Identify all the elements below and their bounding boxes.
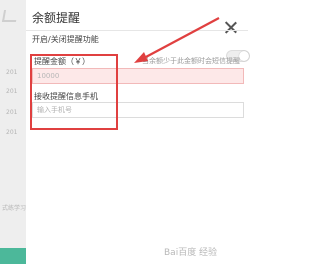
watermark: Bai百度 经验 (164, 248, 218, 258)
balance-reminder-dialog: 余额提醒 开启/关闭提醒功能 提醒金额（￥） 当余额少于此金额时会短信提醒 10… (26, 0, 250, 264)
background-year-label: 201 (6, 88, 18, 95)
background-year-label: 201 (6, 109, 18, 116)
background-page: 201 201 201 201 式练学习 (0, 0, 26, 264)
annotation-arrow-icon (134, 17, 220, 63)
background-year-label: 201 (6, 69, 18, 76)
background-year-label: 201 (6, 129, 18, 136)
back-arrow-icon (1, 10, 19, 22)
background-bottom-label: 式练学习 (2, 205, 27, 212)
background-sidebar-accent (0, 248, 26, 264)
